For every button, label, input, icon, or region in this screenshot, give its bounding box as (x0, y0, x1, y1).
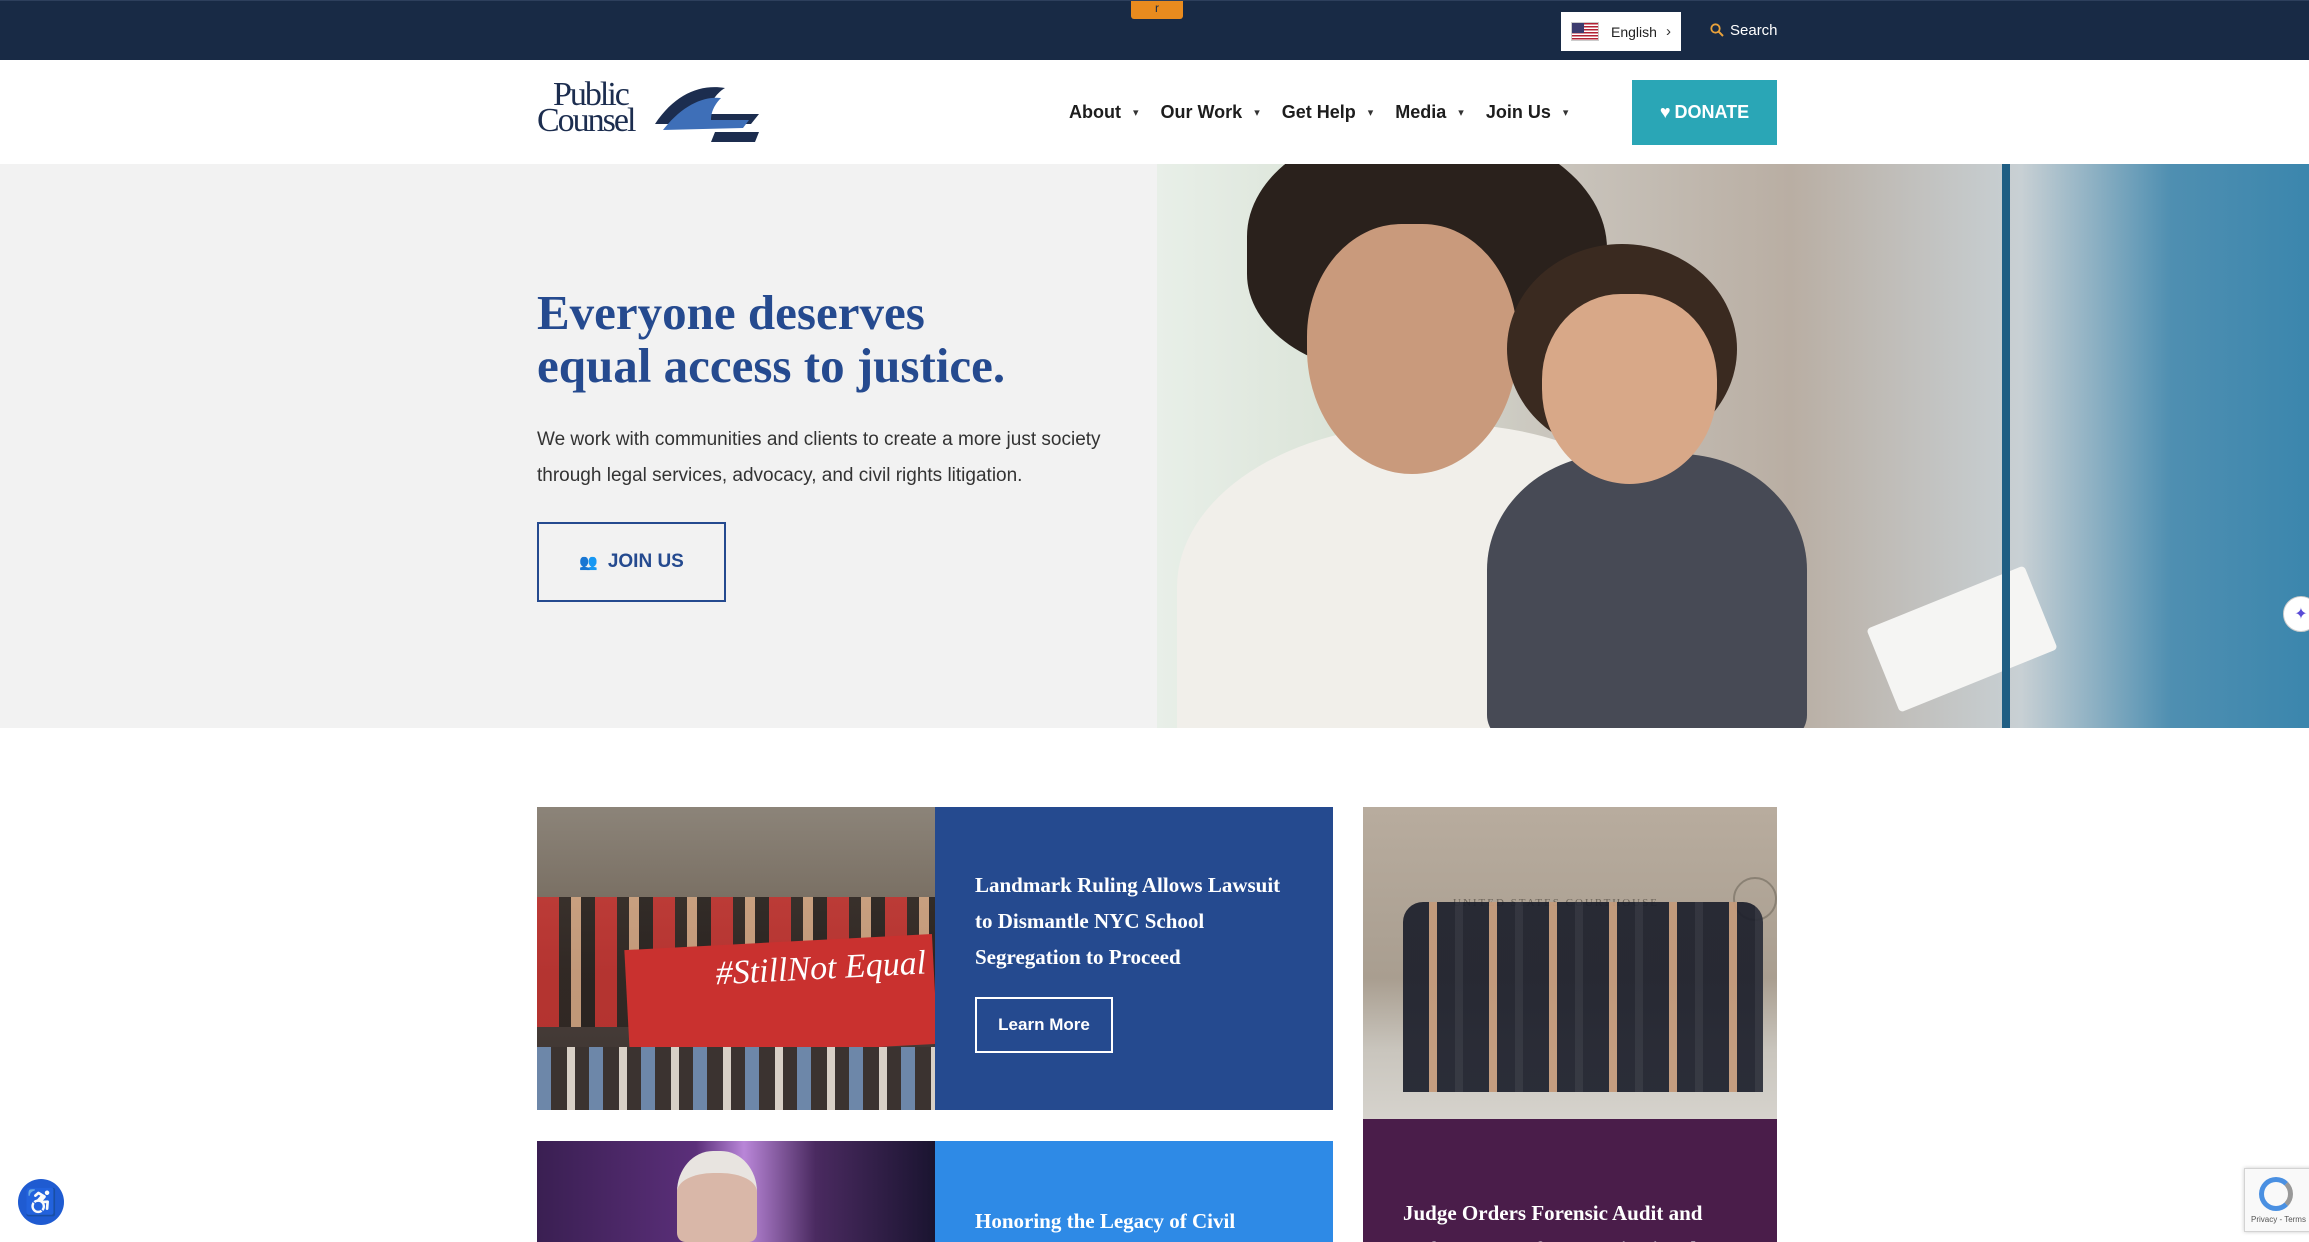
nav-about[interactable]: About ▾ (1069, 102, 1139, 123)
chevron-down-icon: ▾ (1132, 107, 1139, 119)
public-counsel-logo[interactable]: Public Counsel (537, 78, 759, 144)
donate-button[interactable]: ♥ DONATE (1632, 80, 1777, 145)
chevron-down-icon: ▾ (1254, 107, 1260, 119)
site-header: Public Counsel About ▾ Our Work ▾ Get He… (0, 60, 2309, 164)
news-card-title[interactable]: Landmark Ruling Allows Lawsuit to Disman… (975, 867, 1293, 975)
recaptcha-icon (2259, 1177, 2293, 1211)
nav-join-us-label: Join Us (1485, 102, 1551, 122)
logo-swoosh-icon (655, 87, 759, 142)
hero-title: Everyone deserves equal access to justic… (537, 286, 1097, 392)
language-selector[interactable]: English › (1561, 12, 1681, 51)
learn-more-button[interactable]: Learn More (975, 997, 1113, 1053)
utility-bar: r English › Search (0, 0, 2309, 60)
nav-media[interactable]: Media ▾ (1395, 102, 1464, 123)
nav-about-label: About (1069, 102, 1121, 122)
nav-join-us[interactable]: Join Us ▾ (1486, 102, 1569, 123)
news-card-title[interactable]: Honoring the Legacy of Civil (975, 1203, 1293, 1239)
protest-banner: #StillNot Equal (624, 934, 935, 1060)
chevron-right-icon: › (1666, 23, 1671, 40)
search-icon (1710, 23, 1724, 37)
hero-title-line1: Everyone deserves (537, 285, 925, 340)
join-us-label: JOIN US (607, 551, 684, 572)
us-flag-icon (1571, 22, 1599, 41)
chevron-down-icon: ▾ (1458, 107, 1464, 119)
language-label: English (1611, 23, 1657, 40)
news-card-image-still-not-equal[interactable]: #StillNot Equal (537, 807, 935, 1110)
hero-subtitle: We work with communities and clients to … (537, 429, 1101, 486)
main-nav: About ▾ Our Work ▾ Get Help ▾ Media ▾ Jo… (1069, 102, 1590, 123)
hero-title-line2: equal access to justice. (537, 338, 1006, 393)
nav-get-help-label: Get Help (1281, 102, 1356, 122)
search-label: Search (1730, 21, 1778, 39)
chevron-down-icon: ▾ (1562, 107, 1569, 119)
join-us-button[interactable]: 👥 JOIN US (537, 522, 726, 602)
search-link[interactable]: Search (1710, 19, 1778, 41)
accessibility-icon[interactable]: ♿ (18, 1179, 64, 1225)
logo-text-line2: Counsel (537, 102, 636, 139)
users-icon: 👥 (579, 554, 598, 571)
news-card-nyc-schools: Landmark Ruling Allows Lawsuit to Disman… (935, 807, 1333, 1110)
nav-get-help[interactable]: Get Help ▾ (1282, 102, 1374, 123)
news-card-image-civil-rights[interactable] (537, 1141, 935, 1242)
donate-label: DONATE (1674, 102, 1750, 122)
recaptcha-terms: Privacy - Terms (2251, 1215, 2306, 1224)
news-card-civil-legacy: Honoring the Legacy of Civil (935, 1141, 1333, 1242)
nav-our-work-label: Our Work (1160, 102, 1243, 122)
chevron-down-icon: ▾ (1367, 107, 1374, 119)
hero-photo-mother-child (1157, 164, 2309, 728)
news-card-forensic-audit: Judge Orders Forensic Audit and Enforcem… (1363, 1119, 1777, 1242)
nav-our-work[interactable]: Our Work ▾ (1161, 102, 1260, 123)
news-card-image-courthouse[interactable]: UNITED STATES COURTHOUSE (1363, 807, 1777, 1119)
recaptcha-badge[interactable]: Privacy - Terms (2244, 1168, 2309, 1232)
skip-link-tab[interactable]: r (1131, 1, 1183, 19)
heart-icon: ♥ (1659, 102, 1671, 122)
news-card-title[interactable]: Judge Orders Forensic Audit and Enforcem… (1403, 1195, 1737, 1242)
hero-section: Everyone deserves equal access to justic… (0, 164, 2309, 728)
nav-media-label: Media (1395, 102, 1447, 122)
